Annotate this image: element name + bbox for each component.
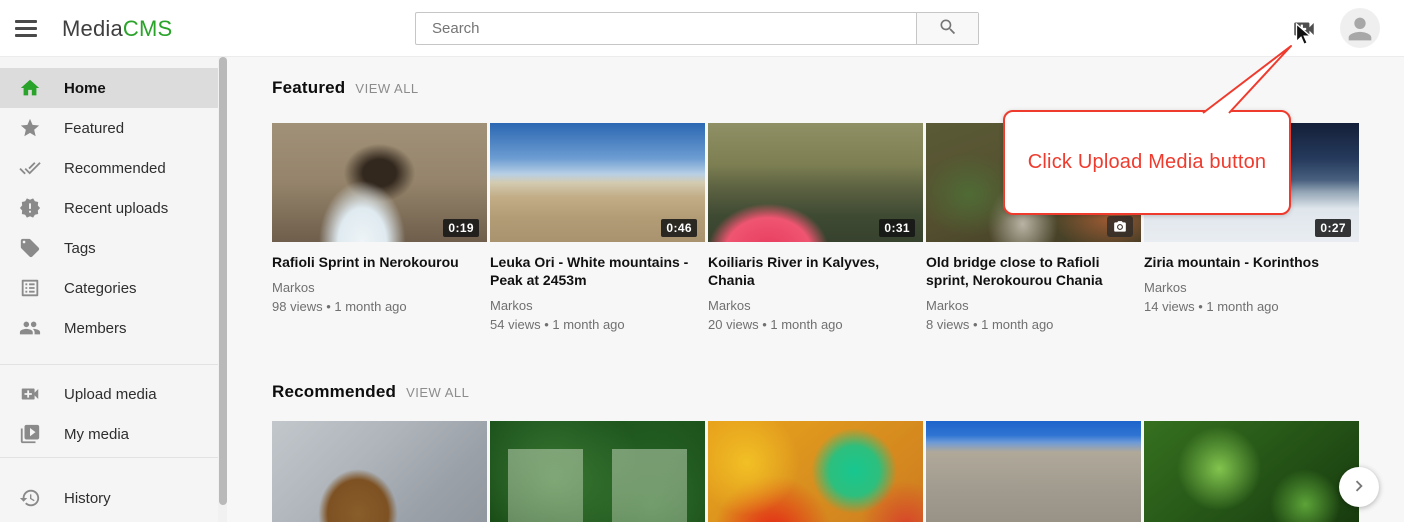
scrollbar-thumb[interactable] [219,57,227,505]
callout-text: Click Upload Media button [1028,151,1266,174]
recommended-section: Recommended VIEW ALL [272,382,1359,522]
view-all-link[interactable]: VIEW ALL [406,385,469,400]
logo-cms: CMS [123,16,173,41]
video-thumbnail[interactable] [708,421,923,522]
video-thumbnail[interactable] [1144,421,1359,522]
user-avatar[interactable] [1340,8,1380,48]
callout-tooltip: Click Upload Media button [1003,110,1291,215]
carousel-next-button[interactable] [1339,467,1379,507]
search-icon [938,17,958,40]
star-icon [19,117,41,139]
sidebar-item-label: Members [64,320,127,337]
home-icon [19,77,41,99]
sidebar-item-featured[interactable]: Featured [0,108,218,148]
video-thumbnail[interactable] [490,421,705,522]
video-meta: 54 views • 1 month ago [490,316,705,333]
duration-badge: 0:46 [661,219,697,237]
video-meta: 8 views • 1 month ago [926,316,1141,333]
video-card[interactable]: 0:31 Koiliaris River in Kalyves, Chania … [708,123,923,333]
sidebar-item-my-media[interactable]: My media [0,414,218,454]
video-meta: 98 views • 1 month ago [272,298,487,315]
sidebar-item-label: Tags [64,240,96,257]
sidebar-item-recommended[interactable]: Recommended [0,148,218,188]
video-title[interactable]: Ziria mountain - Korinthos [1144,253,1359,271]
video-author[interactable]: Markos [490,297,705,314]
video-author[interactable]: Markos [272,279,487,296]
section-title: Featured [272,78,345,98]
duration-badge: 0:31 [879,219,915,237]
list-alt-icon [19,277,41,299]
sidebar-item-categories[interactable]: Categories [0,268,218,308]
tag-icon [19,237,41,259]
sidebar-item-label: Featured [64,120,124,137]
done-all-icon [19,157,41,179]
sidebar-item-label: Categories [64,280,137,297]
new-releases-icon [19,197,41,219]
video-author[interactable]: Markos [926,297,1141,314]
search-input[interactable] [416,13,916,44]
sidebar-item-label: My media [64,426,129,443]
video-call-icon [19,383,41,405]
sidebar-divider [0,457,218,458]
mediacms-app: MediaCMS Home Featured Recommended [0,0,1404,522]
video-meta: 14 views • 1 month ago [1144,298,1359,315]
video-card[interactable] [272,421,487,522]
sidebar-item-label: Home [64,80,106,97]
video-author[interactable]: Markos [1144,279,1359,296]
sidebar-scrollbar[interactable] [218,57,227,522]
sidebar-item-label: Upload media [64,386,157,403]
sidebar-item-label: Recent uploads [64,200,168,217]
logo-media: Media [62,16,123,41]
search-button[interactable] [916,13,978,44]
sidebar-item-home[interactable]: Home [0,68,218,108]
video-thumbnail[interactable] [272,421,487,522]
app-logo[interactable]: MediaCMS [62,0,172,57]
people-icon [19,317,41,339]
sidebar-item-tags[interactable]: Tags [0,228,218,268]
upload-media-button[interactable] [1291,16,1317,42]
video-thumbnail[interactable] [926,421,1141,522]
sidebar: Home Featured Recommended Recent uploads… [0,57,218,522]
video-meta: 20 views • 1 month ago [708,316,923,333]
view-all-link[interactable]: VIEW ALL [355,81,418,96]
video-card[interactable] [926,421,1141,522]
hamburger-menu-icon[interactable] [15,17,39,39]
sidebar-item-recent-uploads[interactable]: Recent uploads [0,188,218,228]
recommended-cards-row [272,421,1359,522]
video-title[interactable]: Rafioli Sprint in Nerokourou [272,253,487,271]
sidebar-item-history[interactable]: History [0,478,218,518]
duration-badge: 0:27 [1315,219,1351,237]
video-library-icon [19,423,41,445]
video-thumbnail[interactable]: 0:31 [708,123,923,242]
search-bar [415,12,979,45]
video-thumbnail[interactable]: 0:46 [490,123,705,242]
sidebar-item-upload-media[interactable]: Upload media [0,374,218,414]
sidebar-divider [0,364,218,365]
sidebar-item-label: Recommended [64,160,166,177]
video-card[interactable] [708,421,923,522]
video-thumbnail[interactable]: 0:19 [272,123,487,242]
video-call-icon [1291,29,1317,46]
top-bar: MediaCMS [0,0,1404,57]
duration-badge: 0:19 [443,219,479,237]
video-card[interactable] [1144,421,1359,522]
video-title[interactable]: Koiliaris River in Kalyves, Chania [708,253,923,289]
photo-icon [1107,216,1133,237]
section-title: Recommended [272,382,396,402]
video-author[interactable]: Markos [708,297,923,314]
sidebar-item-label: History [64,490,111,507]
video-card[interactable]: 0:46 Leuka Ori - White mountains - Peak … [490,123,705,333]
chevron-right-icon [1348,475,1370,500]
video-title[interactable]: Leuka Ori - White mountains - Peak at 24… [490,253,705,289]
history-icon [19,487,41,509]
video-card[interactable]: 0:19 Rafioli Sprint in Nerokourou Markos… [272,123,487,333]
video-card[interactable] [490,421,705,522]
sidebar-item-members[interactable]: Members [0,308,218,348]
video-title[interactable]: Old bridge close to Rafioli sprint, Nero… [926,253,1141,289]
